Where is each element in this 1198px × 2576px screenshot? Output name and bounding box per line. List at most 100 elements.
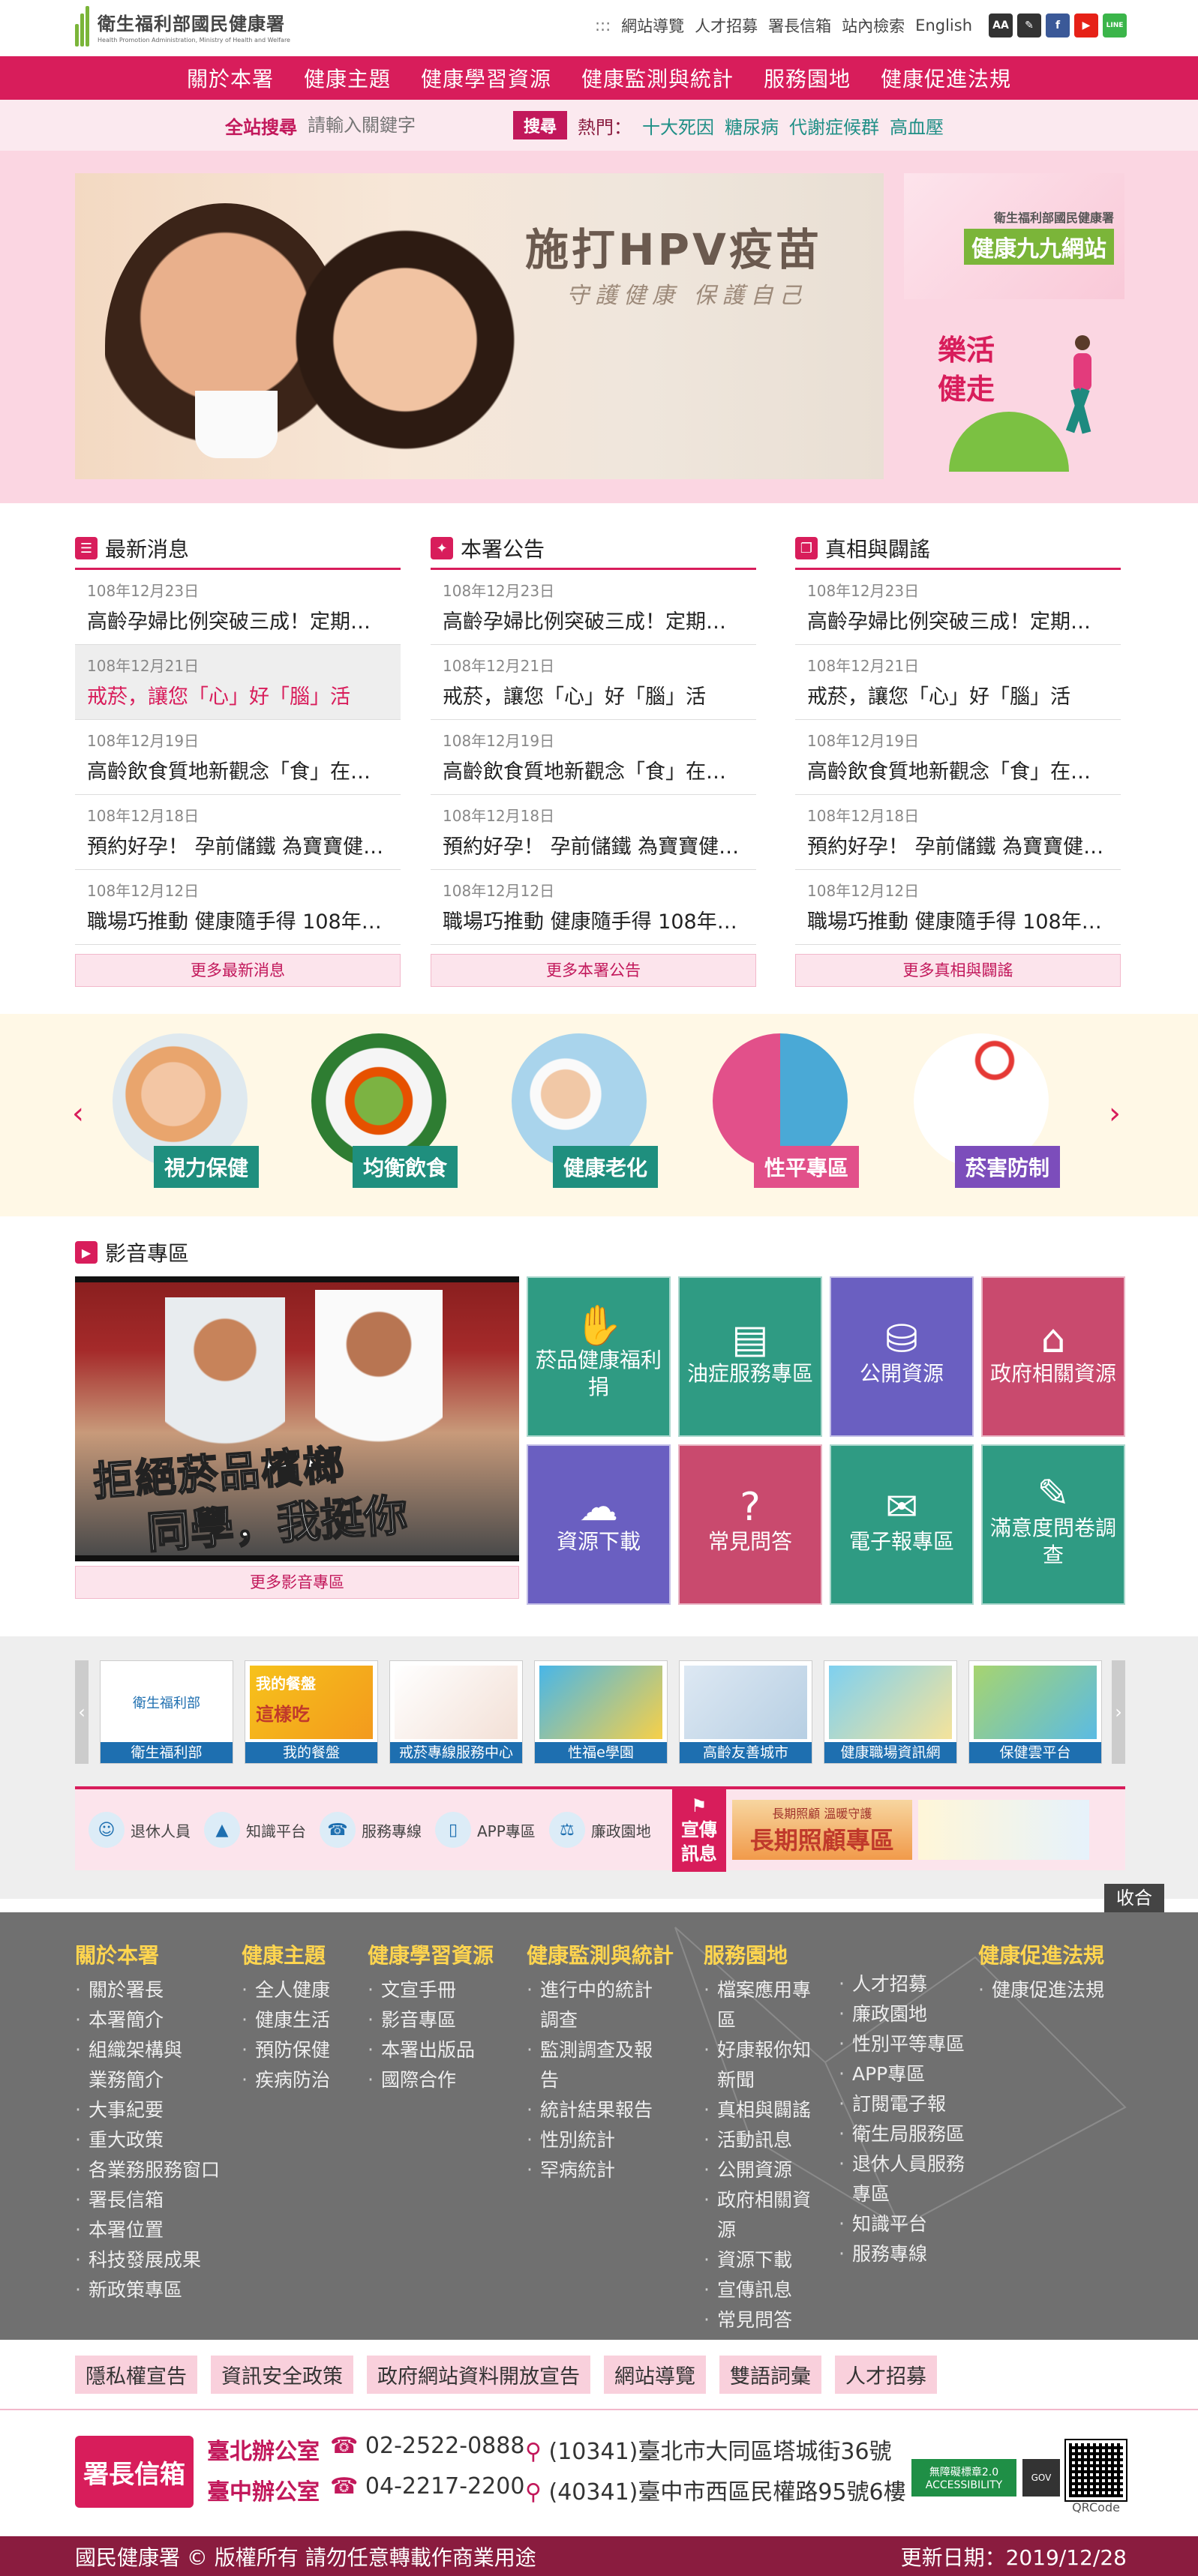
footer-heading[interactable]: 健康促進法規	[978, 1939, 1119, 1969]
topic-vision[interactable]: 視力保健	[98, 1033, 260, 1191]
footer-link[interactable]: 疾病防治	[242, 2065, 359, 2095]
footer-link[interactable]: APP專區	[839, 2059, 966, 2089]
news-item[interactable]: 108年12月23日高齡孕婦比例突破三成！定期產檢不能少	[795, 570, 1121, 645]
video-player[interactable]: 拒絕菸品檳榔 同學，我挺你	[75, 1276, 519, 1561]
news-item[interactable]: 108年12月18日預約好孕！ 孕前儲鐵 為寶寶健康加分	[75, 795, 401, 870]
news-item[interactable]: 108年12月12日職場巧推動 健康隨手得 108年績優職場	[75, 870, 401, 945]
top-link-site-search[interactable]: 站內檢索	[842, 14, 905, 37]
theme-brush-icon[interactable]: ✎	[1017, 13, 1041, 37]
partner-link[interactable]: 高齡友善城市	[679, 1660, 812, 1764]
footer-heading[interactable]: 服務園地	[704, 1939, 830, 1969]
nav-services[interactable]: 服務園地	[749, 63, 866, 93]
search-button[interactable]: 搜尋	[513, 111, 568, 139]
site-logo[interactable]: 衛生福利部國民健康署 Health Promotion Administrati…	[75, 6, 290, 46]
footer-link[interactable]: 好康報你知新聞	[704, 2035, 816, 2095]
tile-yusho-service[interactable]: ▤ 油症服務專區	[678, 1276, 822, 1437]
promo-banner-youth[interactable]	[917, 1800, 1089, 1860]
quick-link-retirees[interactable]: ☺ 退休人員	[89, 1812, 191, 1848]
collapse-button[interactable]: 收合	[1104, 1884, 1164, 1912]
tile-tobacco-fund[interactable]: ✋ 菸品健康福利捐	[527, 1276, 671, 1437]
footer-link[interactable]: 預防保健	[242, 2035, 359, 2065]
policy-link-jobs[interactable]: 人才招募	[835, 2355, 937, 2394]
side-banner-health99[interactable]: 衛生福利部國民健康署 健康九九網站	[904, 173, 1124, 299]
quick-link-app[interactable]: ▯ APP專區	[435, 1812, 536, 1848]
top-link-english[interactable]: English	[915, 16, 972, 34]
news-item[interactable]: 108年12月21日 戒菸，讓您「心」好「腦」活	[431, 645, 756, 720]
footer-link[interactable]: 大事紀要	[75, 2095, 233, 2125]
footer-link[interactable]: 組織架構與業務簡介	[75, 2035, 195, 2095]
access-key[interactable]: :::	[595, 16, 611, 34]
news-item[interactable]: 108年12月12日職場巧推動 健康隨手得 108年績優職場	[431, 870, 756, 945]
footer-heading[interactable]: 健康監測與統計	[527, 1939, 695, 1969]
footer-link[interactable]: 重大政策	[75, 2125, 233, 2155]
topic-diet[interactable]: 均衡飲食	[296, 1033, 458, 1191]
footer-link[interactable]: 常見問答	[704, 2305, 816, 2335]
footer-link[interactable]: 本署位置	[75, 2215, 233, 2245]
footer-link[interactable]: 署長信箱	[75, 2185, 233, 2215]
news-item[interactable]: 108年12月21日 戒菸，讓您「心」好「腦」活	[795, 645, 1121, 720]
partner-link[interactable]: 戒菸專線服務中心	[389, 1660, 523, 1764]
tile-faq[interactable]: ? 常見問答	[678, 1444, 822, 1605]
footer-link[interactable]: 新政策專區	[75, 2275, 233, 2305]
promo-banner-longterm-care[interactable]: 長期照顧 溫暖守護 長期照顧專區	[731, 1800, 912, 1860]
hot-keyword[interactable]: 高血壓	[890, 112, 944, 139]
news-item[interactable]: 108年12月18日預約好孕！ 孕前儲鐵 為寶寶健康加分	[431, 795, 756, 870]
footer-link[interactable]: 國際合作	[368, 2065, 518, 2095]
footer-link[interactable]: 各業務服務窗口	[75, 2155, 233, 2185]
top-link-mailbox[interactable]: 署長信箱	[768, 14, 831, 37]
chevron-left-icon[interactable]: ‹	[72, 1096, 84, 1131]
footer-link[interactable]: 統計結果報告	[527, 2095, 654, 2125]
director-mailbox-button[interactable]: 署長信箱	[75, 2436, 194, 2508]
hot-keyword[interactable]: 糖尿病	[725, 112, 779, 139]
footer-link[interactable]: 監測調查及報告	[527, 2035, 654, 2095]
footer-link[interactable]: 影音專區	[368, 2005, 518, 2035]
footer-link[interactable]: 罕病統計	[527, 2155, 654, 2185]
more-rumors-button[interactable]: 更多真相與闢謠	[795, 954, 1121, 987]
more-videos-button[interactable]: 更多影音專區	[75, 1566, 519, 1599]
footer-link[interactable]: 文宣手冊	[368, 1975, 518, 2005]
footer-link[interactable]: 科技發展成果	[75, 2245, 233, 2275]
footer-link[interactable]: 本署簡介	[75, 2005, 233, 2035]
footer-link[interactable]: 關於署長	[75, 1975, 233, 2005]
nav-health-topics[interactable]: 健康主題	[289, 63, 406, 93]
news-item[interactable]: 108年12月23日高齡孕婦比例突破三成！定期產檢不能少	[75, 570, 401, 645]
chevron-right-icon[interactable]: ›	[1112, 1660, 1125, 1764]
partner-link[interactable]: 衛生福利部 衛生福利部	[100, 1660, 233, 1764]
footer-link[interactable]: 衛生局服務區	[839, 2119, 966, 2149]
footer-link[interactable]: 宣傳訊息	[704, 2275, 816, 2305]
footer-heading[interactable]: 健康主題	[242, 1939, 359, 1969]
news-item[interactable]: 108年12月19日 高齡飲食質地新觀念「食」在好安心	[75, 720, 401, 795]
news-item[interactable]: 108年12月12日職場巧推動 健康隨手得 108年績優職場	[795, 870, 1121, 945]
footer-link[interactable]: 訂閱電子報	[839, 2089, 966, 2119]
facebook-icon[interactable]: f	[1046, 13, 1070, 37]
footer-link[interactable]: 公開資源	[704, 2155, 816, 2185]
news-item[interactable]: 108年12月18日預約好孕！ 孕前儲鐵 為寶寶健康加分	[795, 795, 1121, 870]
policy-link-sitemap[interactable]: 網站導覽	[604, 2355, 706, 2394]
quick-link-integrity[interactable]: ⚖ 廉政園地	[548, 1812, 651, 1848]
footer-link[interactable]: 檔案應用專區	[704, 1975, 816, 2035]
news-item[interactable]: 108年12月21日 戒菸，讓您「心」好「腦」活	[75, 645, 401, 720]
side-banner-walking[interactable]: 樂活 健走	[904, 308, 1124, 479]
footer-link[interactable]: 活動訊息	[704, 2125, 816, 2155]
nav-learning-resources[interactable]: 健康學習資源	[406, 63, 566, 93]
footer-link[interactable]: 資源下載	[704, 2245, 816, 2275]
footer-link[interactable]: 性別統計	[527, 2125, 654, 2155]
policy-link-glossary[interactable]: 雙語詞彙	[719, 2355, 821, 2394]
news-item[interactable]: 108年12月23日高齡孕婦比例突破三成！定期產檢不能少	[431, 570, 756, 645]
partner-link[interactable]: 健康職場資訊網	[824, 1660, 957, 1764]
nav-regulations[interactable]: 健康促進法規	[866, 63, 1026, 93]
tile-open-resources[interactable]: ⛁ 公開資源	[830, 1276, 974, 1437]
footer-link[interactable]: 健康促進法規	[978, 1975, 1119, 2005]
footer-link[interactable]: 人才招募	[839, 1969, 966, 1999]
topic-aging[interactable]: 健康老化	[497, 1033, 659, 1191]
tile-newsletter[interactable]: ✉ 電子報專區	[830, 1444, 974, 1605]
footer-link[interactable]: 退休人員服務專區	[839, 2149, 966, 2209]
partner-link[interactable]: 保健雲平台	[968, 1660, 1102, 1764]
tile-survey[interactable]: ✎ 滿意度問卷調查	[981, 1444, 1125, 1605]
hot-keyword[interactable]: 十大死因	[642, 112, 714, 139]
top-link-sitemap[interactable]: 網站導覽	[621, 14, 684, 37]
footer-link[interactable]: 本署出版品	[368, 2035, 518, 2065]
quick-link-knowledge[interactable]: ▲ 知識平台	[204, 1812, 306, 1848]
youtube-icon[interactable]: ▶	[1074, 13, 1098, 37]
search-input[interactable]	[308, 115, 503, 136]
